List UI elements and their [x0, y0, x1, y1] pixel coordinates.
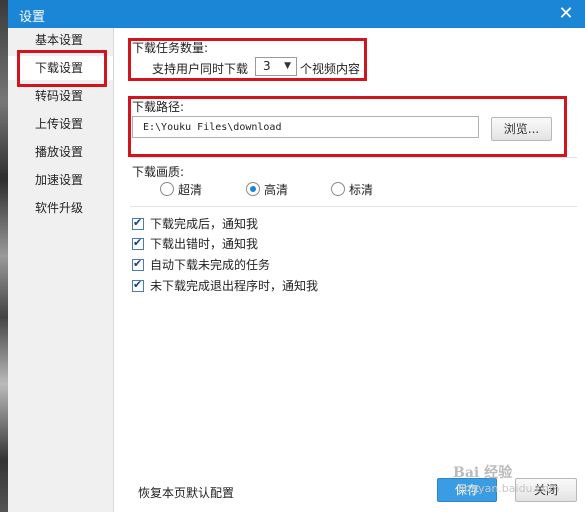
section-divider	[130, 206, 577, 207]
dropdown-arrow-icon: ▼	[284, 61, 291, 71]
baidu-watermark: Bai 经验	[453, 465, 513, 481]
download-settings-panel: 下载任务数量: 支持用户同时下载 3 ▼ 个视频内容 下载路径: 浏览... 下…	[114, 28, 585, 512]
sidebar-item-acceleration[interactable]: 加速设置	[8, 168, 113, 192]
notify-complete-checkbox[interactable]	[132, 216, 144, 230]
task-count-prefix: 支持用户同时下载	[152, 62, 249, 76]
browse-button[interactable]: 浏览...	[491, 117, 552, 141]
quality-option-high: 高清	[264, 183, 289, 197]
notify-error-label: 下载出错时，通知我	[150, 237, 259, 251]
auto-resume-checkbox[interactable]	[132, 257, 144, 271]
auto-resume-label: 自动下载未完成的任务	[150, 258, 271, 272]
notify-complete-label: 下载完成后，通知我	[150, 217, 259, 231]
watermark-url: jingyan.baidu.com	[458, 482, 560, 495]
close-icon[interactable]: ✕	[556, 4, 576, 24]
title-bar: 设置 ✕	[8, 0, 585, 28]
notify-exit-checkbox[interactable]	[132, 278, 144, 292]
restore-defaults-link[interactable]: 恢复本页默认配置	[138, 484, 234, 501]
quality-radio-high[interactable]	[246, 182, 260, 196]
notify-exit-label: 未下载完成退出程序时，通知我	[150, 279, 319, 293]
quality-label: 下载画质:	[132, 165, 185, 179]
task-count-value: 3	[263, 59, 271, 73]
sidebar-item-transcode[interactable]: 转码设置	[8, 84, 113, 108]
sidebar-item-upload[interactable]: 上传设置	[8, 112, 113, 136]
sidebar-item-basic[interactable]: 基本设置	[8, 28, 113, 52]
quality-option-standard: 标清	[349, 183, 374, 197]
download-path-label: 下载路径:	[132, 100, 185, 114]
section-divider	[130, 157, 577, 158]
task-count-label: 下载任务数量:	[132, 41, 209, 55]
notify-error-checkbox[interactable]	[132, 236, 144, 250]
window-title: 设置	[19, 10, 46, 25]
quality-radio-super[interactable]	[160, 182, 174, 196]
quality-radio-standard[interactable]	[331, 182, 345, 196]
task-count-select[interactable]: 3 ▼	[255, 57, 297, 76]
settings-window: 设置 ✕ 基本设置 下载设置 转码设置 上传设置 播放设置 加速设置 软件升级 …	[8, 0, 585, 512]
task-count-suffix: 个视频内容	[300, 62, 361, 76]
quality-option-super: 超清	[178, 183, 203, 197]
settings-sidebar: 基本设置 下载设置 转码设置 上传设置 播放设置 加速设置 软件升级	[8, 28, 114, 512]
download-path-input[interactable]	[132, 116, 479, 138]
sidebar-item-upgrade[interactable]: 软件升级	[8, 196, 113, 220]
sidebar-item-playback[interactable]: 播放设置	[8, 140, 113, 164]
sidebar-item-download[interactable]: 下载设置	[8, 56, 113, 80]
